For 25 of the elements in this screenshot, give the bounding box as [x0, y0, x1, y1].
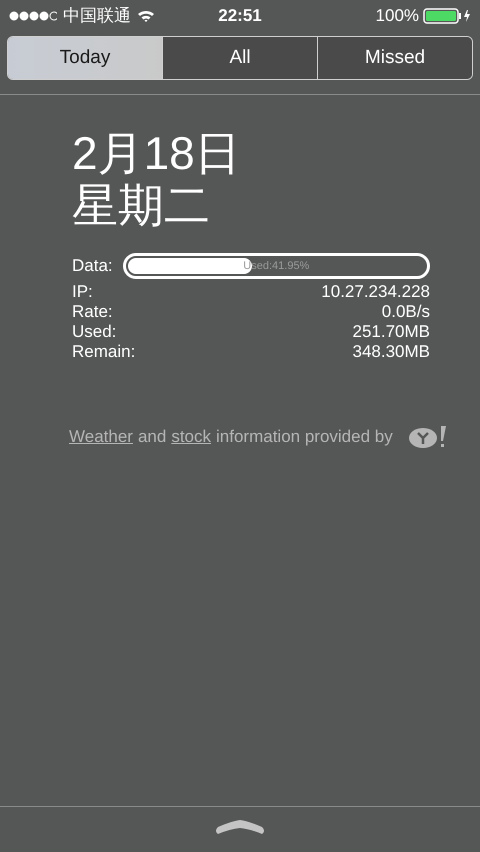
stat-value: 10.27.234.228 [321, 282, 430, 302]
attribution-text: information provided by [216, 426, 393, 448]
tab[interactable]: Missed [317, 37, 472, 79]
tab[interactable]: Today [8, 37, 162, 79]
wifi-icon [137, 9, 155, 23]
battery-icon [423, 8, 472, 24]
signal-icon [9, 11, 57, 21]
stat-label: Used: [72, 322, 116, 342]
battery-percent: 100% [376, 5, 420, 28]
tab[interactable]: All [162, 37, 317, 79]
stat-label: Remain: [72, 342, 136, 362]
stat-label: IP: [72, 282, 93, 302]
stat-label: Rate: [72, 302, 113, 322]
data-label: Data: [72, 255, 113, 278]
logo-icon [408, 424, 448, 450]
stat-value: 251.70MB [352, 322, 430, 342]
stock-link[interactable]: stock [171, 424, 212, 450]
stat-value: 348.30MB [352, 342, 430, 362]
date-heading: 2月18日 [72, 127, 242, 179]
weekday-heading: 星期二 [72, 179, 211, 231]
weather-link[interactable]: Weather [69, 424, 133, 450]
carrier-name: 中国联通 [63, 5, 131, 28]
attribution-text: and [138, 426, 166, 448]
stat-value: 0.0B/s [382, 302, 430, 322]
clock-time: 22:51 [218, 5, 262, 28]
